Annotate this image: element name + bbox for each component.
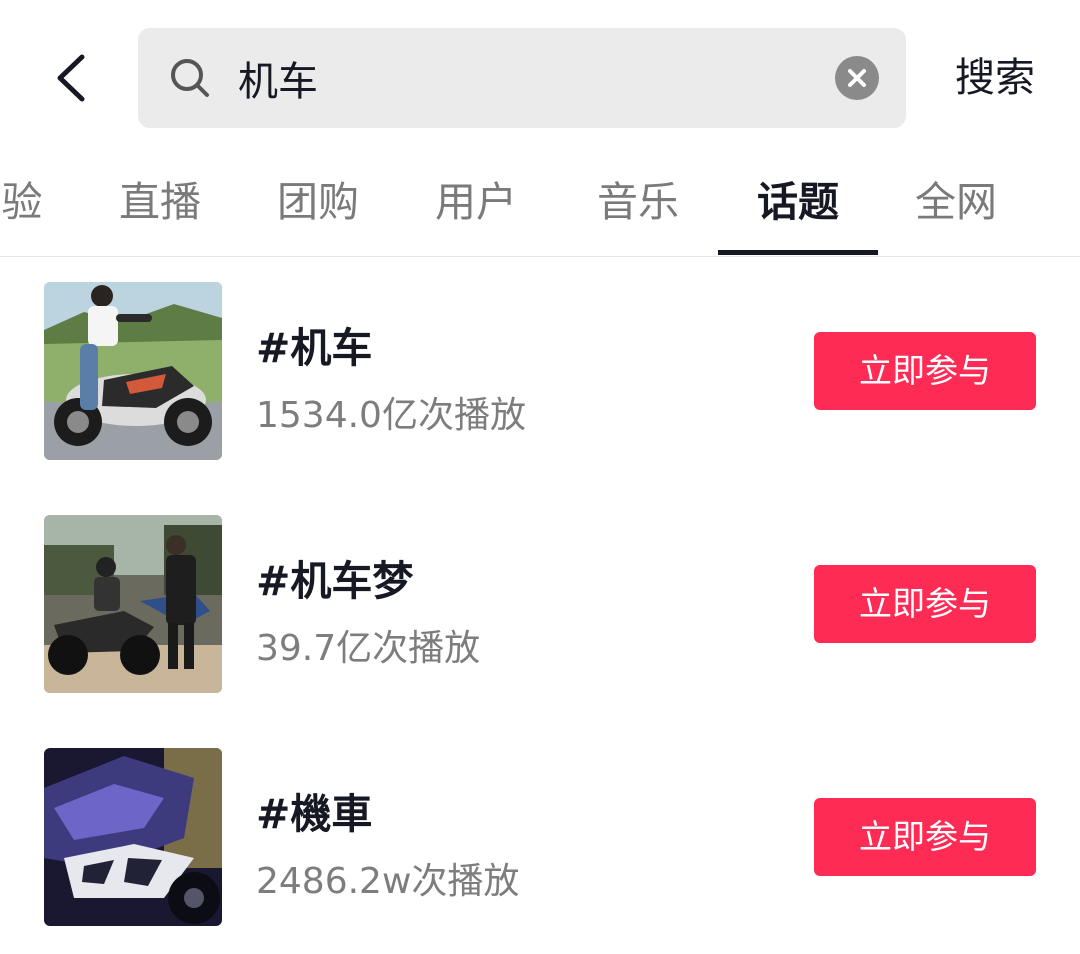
search-button[interactable]: 搜索 — [940, 48, 1050, 108]
play-count: 39.7亿次播放 — [256, 628, 481, 669]
tab-topics[interactable]: 话题 — [738, 172, 858, 232]
topic-row[interactable]: #機車 2486.2w次播放 立即参与 — [0, 748, 1080, 928]
join-button[interactable]: 立即参与 — [814, 798, 1036, 876]
topic-thumbnail[interactable] — [44, 282, 222, 460]
tab-live[interactable]: 直播 — [100, 172, 220, 232]
search-input[interactable] — [238, 46, 818, 110]
clear-icon[interactable] — [835, 56, 879, 100]
topic-title: #机车 — [256, 324, 373, 372]
tab-bar: 验 直播 团购 用户 音乐 话题 全网 — [0, 150, 1080, 257]
search-icon — [171, 59, 209, 97]
topic-thumbnail[interactable] — [44, 515, 222, 693]
tab-music[interactable]: 音乐 — [578, 172, 698, 232]
topic-title: #機車 — [256, 790, 373, 838]
tab-all-web[interactable]: 全网 — [896, 172, 1016, 232]
topic-title: #机车梦 — [256, 557, 414, 605]
join-button[interactable]: 立即参与 — [814, 565, 1036, 643]
active-tab-indicator — [718, 250, 878, 255]
chevron-left-icon — [57, 54, 85, 102]
tab-users[interactable]: 用户 — [416, 172, 536, 232]
topic-row[interactable]: #机车梦 39.7亿次播放 立即参与 — [0, 515, 1080, 695]
join-button[interactable]: 立即参与 — [814, 332, 1036, 410]
back-button[interactable] — [40, 45, 100, 109]
tab-group-buy[interactable]: 团购 — [258, 172, 378, 232]
topic-thumbnail[interactable] — [44, 748, 222, 926]
topic-row[interactable]: #机车 1534.0亿次播放 立即参与 — [0, 282, 1080, 462]
play-count: 2486.2w次播放 — [256, 861, 520, 902]
play-count: 1534.0亿次播放 — [256, 395, 526, 436]
search-bar[interactable] — [138, 28, 906, 128]
tab-experience[interactable]: 验 — [0, 172, 52, 232]
